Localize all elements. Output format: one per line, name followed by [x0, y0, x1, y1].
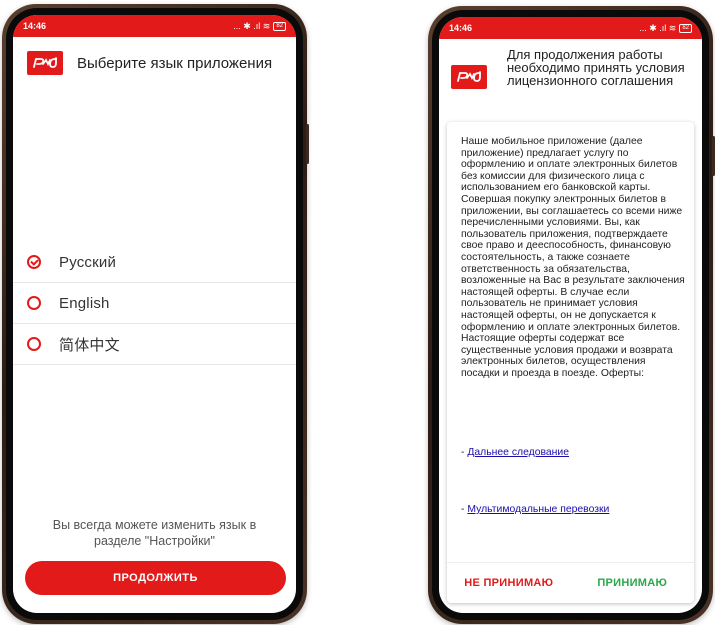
language-option-english[interactable]: English — [13, 283, 296, 324]
screen-header: Выберите язык приложения — [13, 37, 296, 75]
status-bar: 14:46 ... ✱ .ıl ≋ 82 — [13, 15, 296, 37]
battery-icon: 82 — [679, 23, 692, 33]
link-multimodal[interactable]: Мультимодальные перевозки — [467, 504, 609, 515]
language-option-russian[interactable]: Русский — [13, 242, 296, 283]
status-bar: 14:46 ... ✱ .ıl ≋ 82 — [439, 17, 702, 39]
agreement-text: Наше мобильное приложение (далее приложе… — [461, 136, 685, 379]
link-row: - Мультимодальные перевозки — [461, 504, 609, 515]
phone-side-button — [306, 124, 309, 164]
language-label: Русский — [59, 253, 117, 271]
accept-button[interactable]: ПРИНИМАЮ — [571, 563, 695, 603]
agreement-card: Наше мобильное приложение (далее приложе… — [447, 122, 694, 603]
license-screen: 14:46 ... ✱ .ıl ≋ 82 Для продолжения раб… — [439, 17, 702, 613]
link-row: - Дальнее следование — [461, 447, 569, 458]
link-long-distance[interactable]: Дальнее следование — [467, 447, 569, 458]
rzd-logo — [27, 51, 63, 75]
language-label: English — [59, 294, 110, 312]
page-title: Выберите язык приложения — [77, 54, 273, 72]
radio-unchecked-icon — [27, 296, 41, 310]
radio-unchecked-icon — [27, 337, 41, 351]
screen-header: Для продолжения работы необходимо принят… — [439, 39, 702, 89]
language-label: 简体中文 — [59, 336, 120, 354]
phone-right: 14:46 ... ✱ .ıl ≋ 82 Для продолжения раб… — [428, 6, 715, 624]
agreement-actions: НЕ ПРИНИМАЮ ПРИНИМАЮ — [447, 562, 694, 603]
battery-icon: 82 — [273, 21, 286, 31]
signal-icon: ... ✱ .ıl ≋ — [233, 20, 271, 31]
page-title: Для продолжения работы необходимо принят… — [507, 46, 685, 88]
phone-left: 14:46 ... ✱ .ıl ≋ 82 Выберите язык прило… — [2, 4, 309, 624]
signal-icon: ... ✱ .ıl ≋ — [639, 22, 677, 33]
rzd-logo — [451, 65, 487, 89]
language-option-chinese[interactable]: 简体中文 — [13, 324, 296, 365]
language-list: Русский English 简体中文 — [13, 242, 296, 365]
radio-checked-icon — [27, 255, 41, 269]
status-icons: ... ✱ .ıl ≋ 82 — [233, 21, 286, 32]
status-time: 14:46 — [23, 21, 47, 31]
continue-button[interactable]: ПРОДОЛЖИТЬ — [25, 561, 286, 595]
decline-button[interactable]: НЕ ПРИНИМАЮ — [447, 563, 571, 603]
status-icons: ... ✱ .ıl ≋ 82 — [639, 23, 692, 34]
settings-hint: Вы всегда можете изменить язык в разделе… — [52, 518, 257, 548]
status-time: 14:46 — [449, 23, 473, 33]
language-screen: 14:46 ... ✱ .ıl ≋ 82 Выберите язык прило… — [13, 15, 296, 613]
